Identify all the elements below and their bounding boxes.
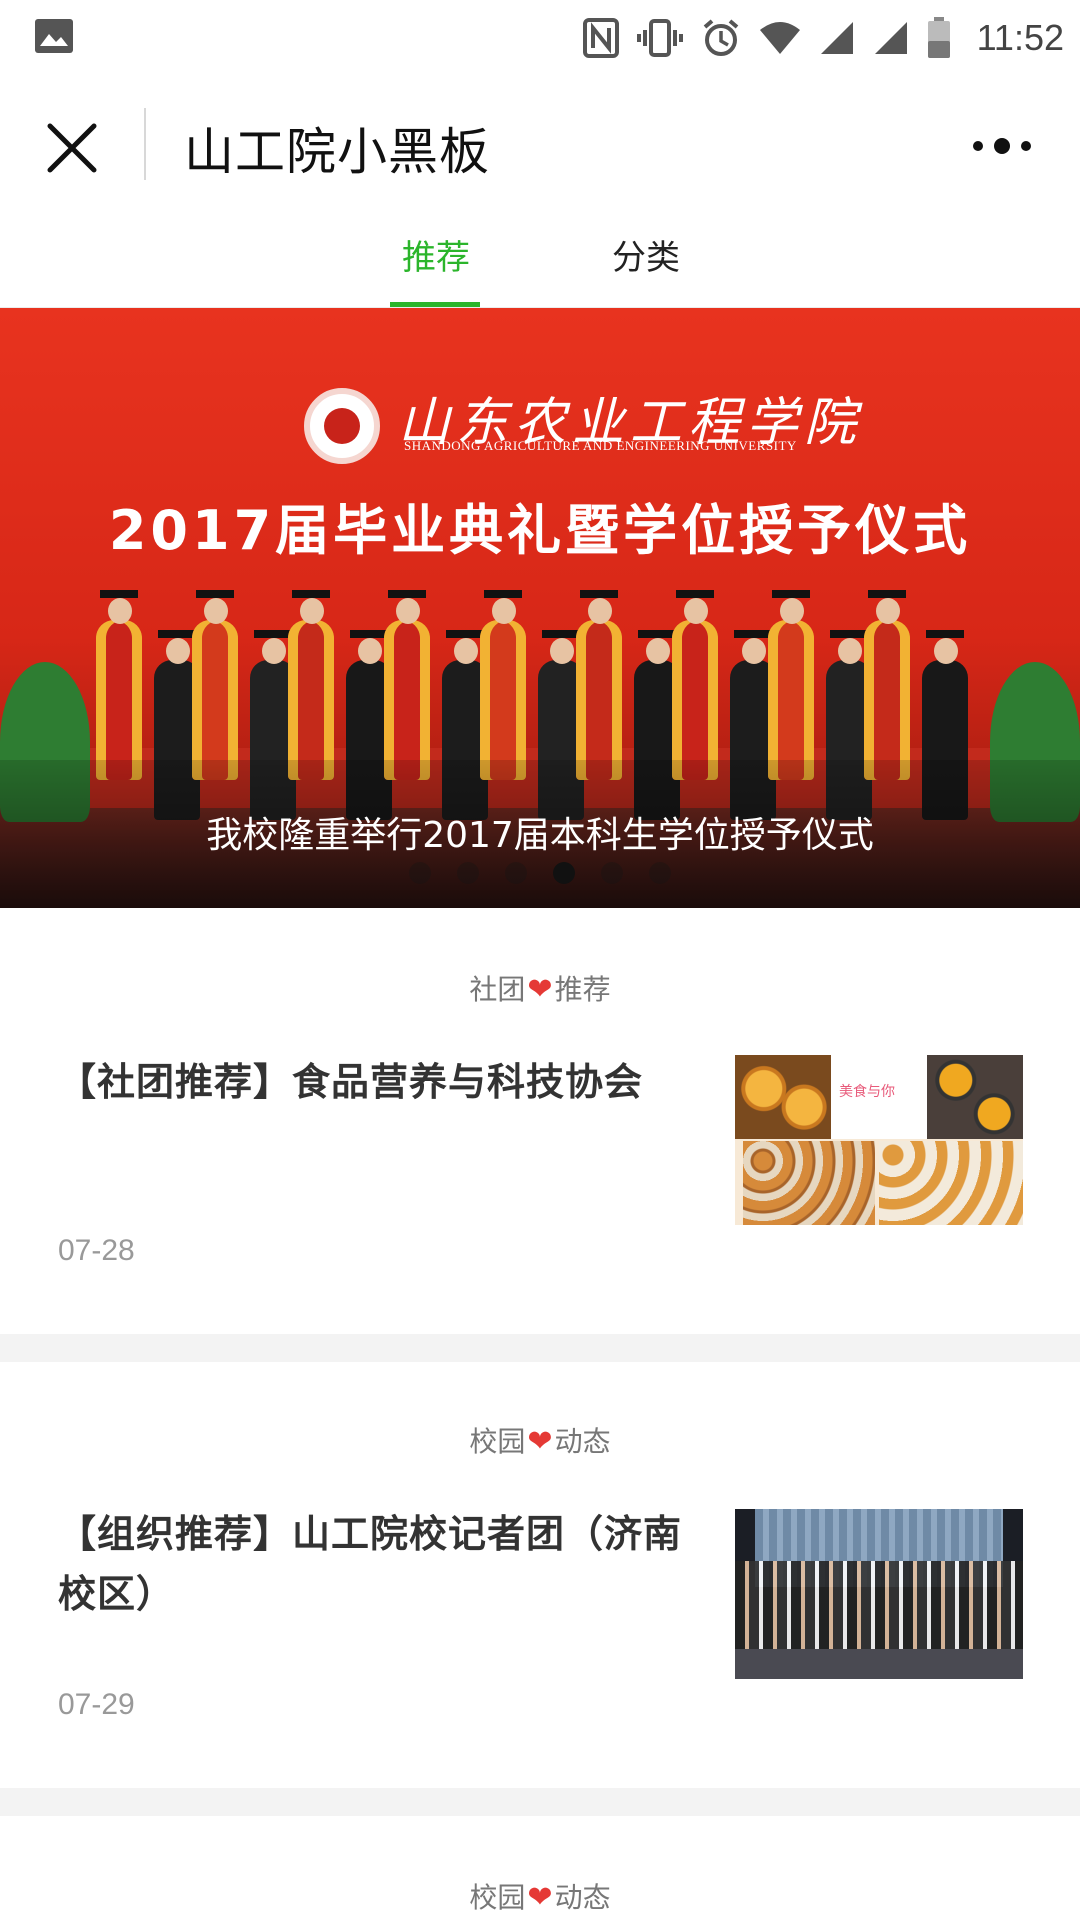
thumbnail-text: 美食与你 (839, 1084, 895, 1100)
article-category: 社团❤推荐 (0, 968, 1080, 1008)
graduate-figure (864, 590, 910, 780)
carousel-dot[interactable] (409, 862, 431, 884)
signal-icon (820, 22, 853, 54)
article-title[interactable]: 【社团推荐】食品营养与科技协会 (58, 1052, 688, 1112)
article-card[interactable]: 社团❤推荐 【社团推荐】食品营养与科技协会 美食与你 07-28 (0, 908, 1080, 1334)
carousel-dot[interactable] (505, 862, 527, 884)
article-date: 07-29 (58, 1688, 135, 1721)
carousel-dot[interactable] (457, 862, 479, 884)
carousel-dot[interactable] (601, 862, 623, 884)
graduate-figure (288, 590, 334, 780)
tab-category[interactable]: 分类 (612, 230, 680, 279)
title-divider (144, 108, 146, 180)
graduate-figure (480, 590, 526, 780)
article-title[interactable]: 【组织推荐】山工院校记者团（济南校区） (58, 1504, 688, 1624)
mooncake-photo (927, 1055, 1023, 1139)
wifi-icon (759, 22, 800, 54)
cartoon-panel: 美食与你 (831, 1055, 927, 1139)
alarm-icon (703, 19, 738, 56)
category-right: 推荐 (554, 973, 611, 1006)
status-bar: 11:52 (0, 0, 1080, 76)
category-left: 校园 (469, 1881, 526, 1914)
status-icons: 11:52 (582, 0, 1064, 76)
card-separator (0, 1788, 1080, 1816)
card-separator (0, 1334, 1080, 1362)
article-card[interactable]: 校园❤动态 (0, 1816, 1080, 1920)
page-title: 山工院小黑板 (184, 123, 490, 181)
article-category: 校园❤动态 (0, 1420, 1080, 1460)
article-card[interactable]: 校园❤动态 【组织推荐】山工院校记者团（济南校区） 07-29 (0, 1362, 1080, 1788)
heart-icon: ❤ (527, 1424, 553, 1459)
school-emblem (304, 388, 380, 464)
gallery-icon (35, 19, 73, 53)
more-icon[interactable] (970, 128, 1034, 164)
category-left: 社团 (469, 973, 526, 1006)
category-right: 动态 (554, 1881, 611, 1914)
graduate-figure (576, 590, 622, 780)
mooncake-photo (735, 1055, 831, 1139)
clock: 11:52 (976, 17, 1064, 58)
graduate-figure (192, 590, 238, 780)
article-category: 校园❤动态 (0, 1876, 1080, 1916)
article-thumbnail[interactable] (735, 1509, 1023, 1679)
close-icon[interactable] (40, 116, 104, 180)
signal-icon (874, 22, 907, 54)
heart-icon: ❤ (527, 1880, 553, 1915)
category-right: 动态 (554, 1425, 611, 1458)
carousel-dot[interactable] (649, 862, 671, 884)
battery-icon (927, 17, 950, 58)
nfc-icon (582, 18, 619, 58)
tab-bar: 推荐 分类 (0, 212, 1080, 308)
tab-recommend[interactable]: 推荐 (402, 230, 470, 279)
graduate-figure (768, 590, 814, 780)
vibrate-icon (636, 19, 683, 57)
banner-carousel[interactable]: 山东农业工程学院 SHANDONG AGRICULTURE AND ENGINE… (0, 308, 1080, 908)
carousel-dots (0, 862, 1080, 884)
banner-ceremony-title: 2017届毕业典礼暨学位授予仪式 (108, 499, 972, 562)
tab-active-indicator (390, 302, 480, 307)
graduate-figure (672, 590, 718, 780)
graduate-figure (384, 590, 430, 780)
article-thumbnail[interactable]: 美食与你 (735, 1055, 1023, 1225)
pastry-tray-photo (743, 1141, 875, 1225)
pastry-tray-photo (879, 1141, 1023, 1225)
banner-caption: 我校隆重举行2017届本科生学位授予仪式 (206, 815, 874, 856)
category-left: 校园 (469, 1425, 526, 1458)
group-photo-crowd (735, 1561, 1023, 1653)
group-photo-floor (735, 1649, 1023, 1679)
title-bar: 山工院小黑板 (0, 76, 1080, 212)
article-date: 07-28 (58, 1234, 135, 1267)
graduate-figure (96, 590, 142, 780)
carousel-dot[interactable] (553, 862, 575, 884)
heart-icon: ❤ (527, 972, 553, 1007)
banner-school-name-en: SHANDONG AGRICULTURE AND ENGINEERING UNI… (404, 438, 797, 453)
